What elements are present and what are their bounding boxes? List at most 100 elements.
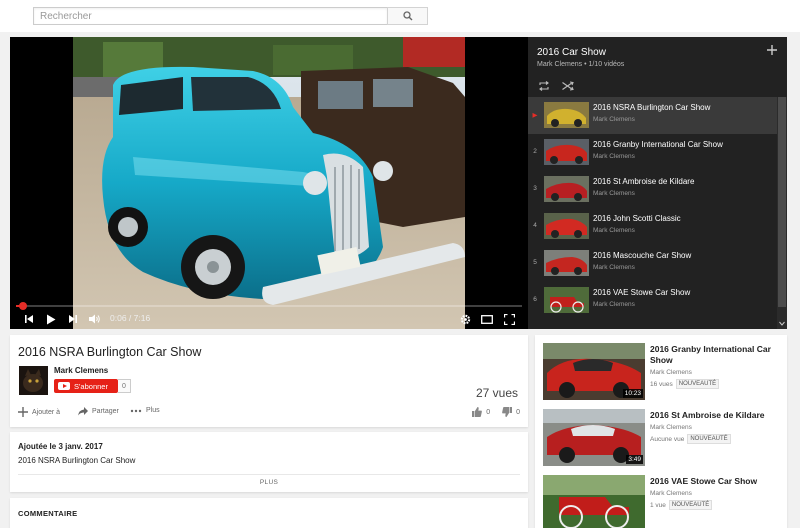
related-video-item[interactable]: 2016 VAE Stowe Car Show Mark Clemens 1 v… <box>543 475 783 528</box>
related-video-item[interactable]: 3:49 2016 St Ambroise de Kildare Mark Cl… <box>543 409 783 469</box>
video-info: 2016 NSRA Burlington Car Show Mark Cleme… <box>10 335 528 427</box>
fullscreen-icon <box>503 313 515 325</box>
shuffle-icon <box>562 81 574 91</box>
description-text: 2016 NSRA Burlington Car Show <box>18 456 136 465</box>
share-icon <box>78 407 88 416</box>
comments-section: COMMENTAIRE <box>10 498 528 528</box>
progress-bar[interactable] <box>16 302 522 310</box>
playlist-item[interactable]: 4 2016 John Scotti Classic Mark Clemens <box>528 208 777 245</box>
thumbs-down-icon[interactable] <box>502 407 513 417</box>
playlist-item-owner: Mark Clemens <box>593 153 635 160</box>
playlist-item-owner: Mark Clemens <box>593 227 635 234</box>
playlist-item-index: 3 <box>533 185 537 192</box>
theater-mode-button[interactable] <box>480 312 494 326</box>
related-video-title[interactable]: 2016 Granby International Car Show <box>650 344 778 366</box>
share-label: Partager <box>92 408 119 415</box>
playlist-items: ▶ 2016 NSRA Burlington Car Show Mark Cle… <box>528 97 777 319</box>
playlist-item-title: 2016 NSRA Burlington Car Show <box>593 103 711 112</box>
video-duration: 10:23 <box>622 389 643 398</box>
playlist-item[interactable]: 3 2016 St Ambroise de Kildare Mark Cleme… <box>528 171 777 208</box>
playlist-item-title: 2016 John Scotti Classic <box>593 214 681 223</box>
divider <box>18 474 520 475</box>
related-video-thumbnail[interactable]: 10:23 <box>543 343 645 400</box>
playlist-panel: 2016 Car Show Mark Clemens • 1/10 vidéos… <box>528 37 787 329</box>
new-badge: NOUVEAUTÉ <box>687 434 731 444</box>
previous-button[interactable] <box>22 312 36 326</box>
related-video-title[interactable]: 2016 St Ambroise de Kildare <box>650 410 778 421</box>
playlist-item-index: 5 <box>533 259 537 266</box>
more-actions-label: Plus <box>146 407 160 414</box>
video-duration: 3:49 <box>626 455 643 464</box>
playlist-item[interactable]: ▶ 2016 NSRA Burlington Car Show Mark Cle… <box>528 97 777 134</box>
playlist-item-owner: Mark Clemens <box>593 264 635 271</box>
comments-heading: COMMENTAIRE <box>18 509 78 518</box>
volume-button[interactable] <box>88 312 102 326</box>
playlist-item-thumbnail <box>544 102 589 128</box>
related-video-title[interactable]: 2016 VAE Stowe Car Show <box>650 476 778 487</box>
related-video-thumbnail[interactable]: 3:49 <box>543 409 645 466</box>
search-button[interactable] <box>387 7 428 25</box>
video-player[interactable]: 0:06 / 7:16 <box>10 37 528 329</box>
playlist-item-owner: Mark Clemens <box>593 190 635 197</box>
video-title: 2016 NSRA Burlington Car Show <box>18 345 202 359</box>
playlist-item-index: ▶ <box>532 112 538 119</box>
add-to-button[interactable]: Ajouter à <box>18 407 60 417</box>
description-card: Ajoutée le 3 janv. 2017 2016 NSRA Burlin… <box>10 432 528 492</box>
channel-avatar[interactable] <box>19 366 48 395</box>
more-actions-button[interactable]: Plus <box>130 407 160 414</box>
playlist-item[interactable]: 5 2016 Mascouche Car Show Mark Clemens <box>528 245 777 282</box>
player-controls: 0:06 / 7:16 <box>10 309 528 329</box>
playlist-title[interactable]: 2016 Car Show <box>537 47 606 58</box>
show-more-button[interactable]: PLUS <box>10 479 528 486</box>
related-video-item[interactable]: 10:23 2016 Granby International Car Show… <box>543 343 783 403</box>
related-video-owner: Mark Clemens <box>650 424 692 431</box>
related-video-owner: Mark Clemens <box>650 490 692 497</box>
playlist-item[interactable]: 2 2016 Granby International Car Show Mar… <box>528 134 777 171</box>
new-badge: NOUVEAUTÉ <box>675 379 720 389</box>
playlist-save-button[interactable] <box>767 45 777 58</box>
related-video-meta: 16 vues NOUVEAUTÉ <box>650 379 720 389</box>
playlist-item-thumbnail <box>544 139 589 165</box>
playlist-item-title: 2016 Mascouche Car Show <box>593 251 692 260</box>
youtube-logo-icon <box>58 382 70 390</box>
playlist-item-title: 2016 Granby International Car Show <box>593 140 723 149</box>
rating-buttons: 0 0 <box>472 407 520 417</box>
search-input[interactable] <box>33 7 388 25</box>
playlist-item-thumbnail <box>544 287 589 313</box>
playlist-loop-button[interactable] <box>538 81 550 94</box>
add-to-label: Ajouter à <box>32 408 61 416</box>
playlist-item-title: 2016 St Ambroise de Kildare <box>593 177 695 186</box>
more-icon <box>130 409 142 412</box>
playlist-shuffle-button[interactable] <box>562 81 574 94</box>
thumbs-up-icon[interactable] <box>472 407 483 417</box>
plus-icon <box>18 407 28 417</box>
playlist-item-thumbnail <box>544 213 589 239</box>
share-button[interactable]: Partager <box>78 407 119 416</box>
settings-button[interactable] <box>458 312 472 326</box>
related-video-thumbnail[interactable] <box>543 475 645 528</box>
search-icon <box>402 11 412 21</box>
video-frame[interactable] <box>73 37 465 329</box>
playlist-scrollbar-thumb[interactable] <box>778 97 786 307</box>
time-display: 0:06 / 7:16 <box>110 313 151 323</box>
related-video-meta: Aucune vue NOUVEAUTÉ <box>650 434 731 444</box>
chevron-down-icon <box>779 321 785 326</box>
masthead <box>0 0 800 32</box>
subscriber-count: 0 <box>118 379 131 393</box>
play-button[interactable] <box>44 312 58 326</box>
related-video-views: 1 vue <box>650 501 666 509</box>
subscribe-button[interactable]: S'abonner <box>54 379 118 393</box>
next-button[interactable] <box>66 312 80 326</box>
playlist-item[interactable]: 6 2016 VAE Stowe Car Show Mark Clemens <box>528 282 777 319</box>
related-video-views: Aucune vue <box>650 435 685 443</box>
upload-date: Ajoutée le 3 janv. 2017 <box>18 442 103 451</box>
gear-icon <box>460 314 470 324</box>
playlist-item-owner: Mark Clemens <box>593 301 635 308</box>
channel-name[interactable]: Mark Clemens <box>54 366 108 375</box>
next-icon <box>69 315 77 323</box>
related-video-meta: 1 vue NOUVEAUTÉ <box>650 500 713 510</box>
scroll-down-button[interactable] <box>779 317 785 329</box>
playlist-item-title: 2016 VAE Stowe Car Show <box>593 288 691 297</box>
play-icon <box>47 314 56 324</box>
fullscreen-button[interactable] <box>502 312 516 326</box>
